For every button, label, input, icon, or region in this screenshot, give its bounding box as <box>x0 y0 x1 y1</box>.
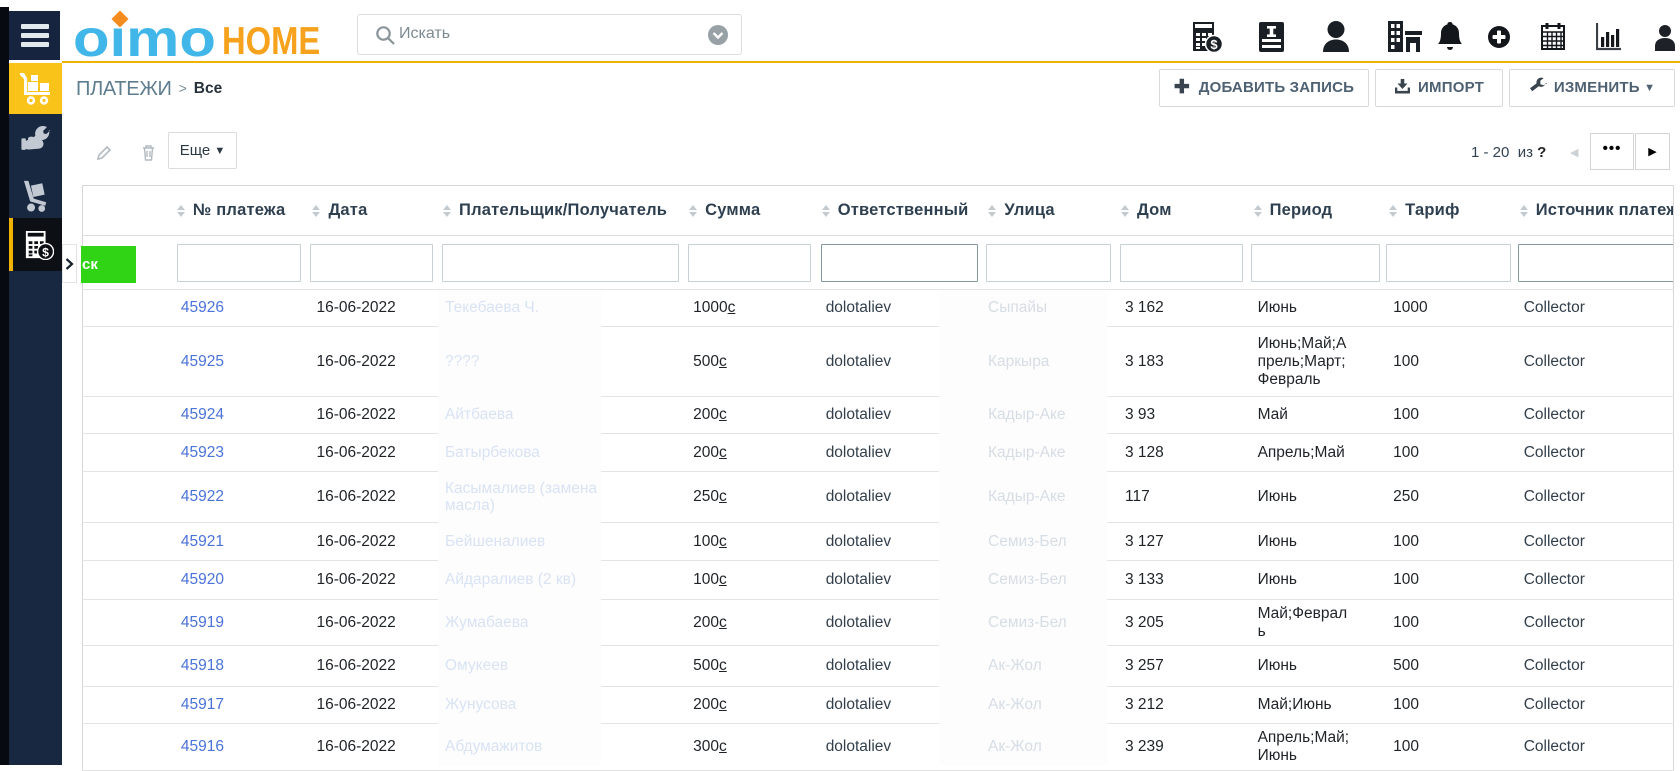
svg-text:$: $ <box>1210 37 1218 52</box>
svg-text:$: $ <box>42 245 49 259</box>
